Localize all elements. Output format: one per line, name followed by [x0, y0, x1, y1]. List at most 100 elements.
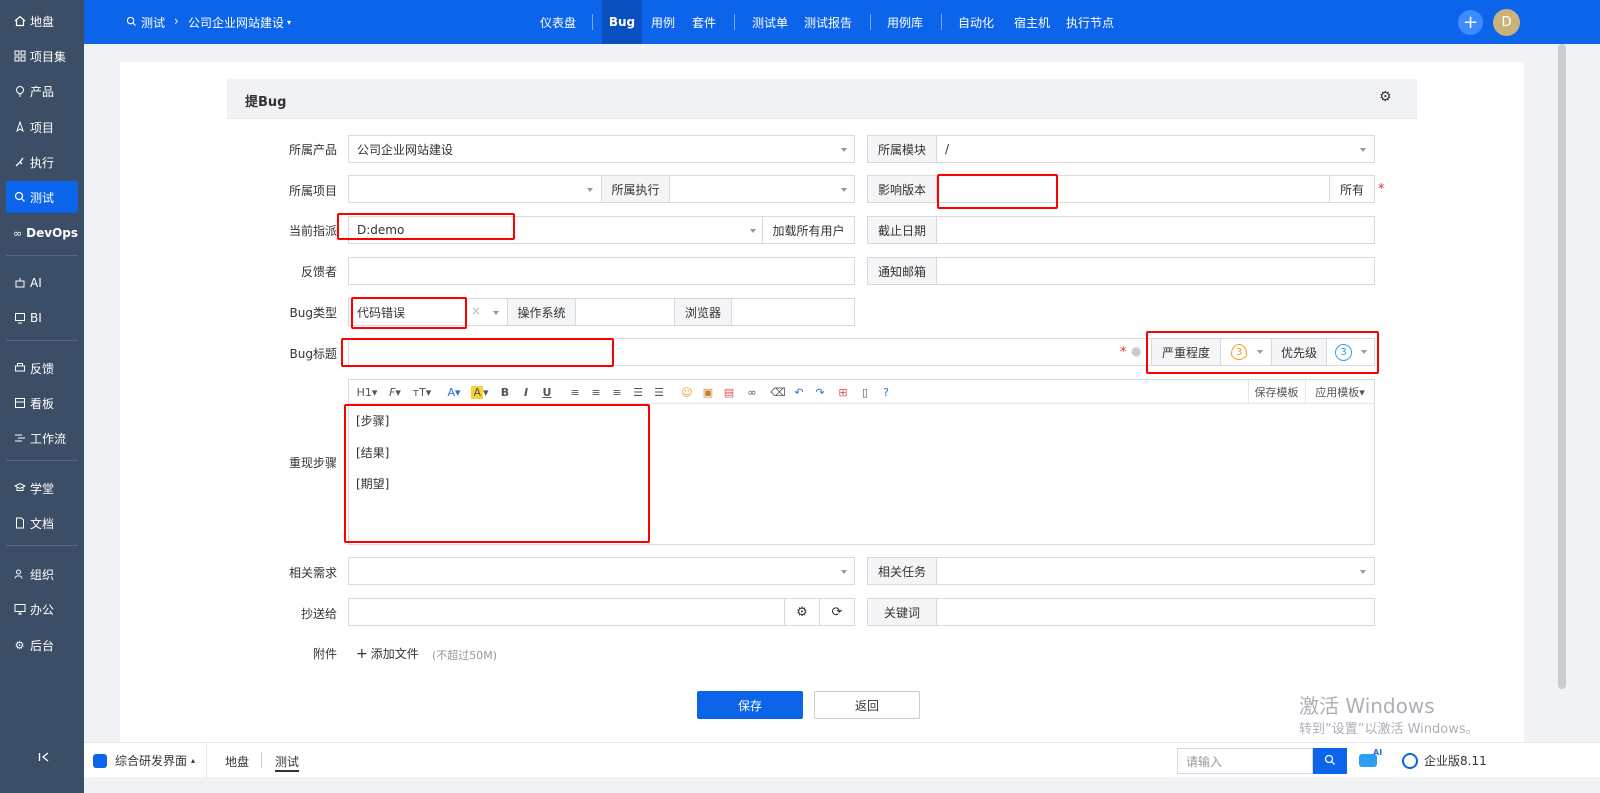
sidebar-item-workflow[interactable]: 工作流	[6, 422, 78, 454]
nav-exec-node[interactable]: 执行节点	[1060, 0, 1120, 44]
nav-suite[interactable]: 套件	[686, 0, 722, 44]
bold-button[interactable]: B	[498, 384, 512, 400]
task-select[interactable]	[936, 557, 1375, 585]
save-button[interactable]: 保存	[697, 691, 803, 719]
undo-icon[interactable]: ↶	[792, 384, 806, 400]
font-family-button[interactable]: F ▾	[386, 384, 404, 400]
feedback-input[interactable]	[348, 257, 855, 285]
mail-input[interactable]	[936, 257, 1375, 285]
sidebar-item-devops[interactable]: ∞ DevOps	[6, 217, 78, 249]
unordered-list-icon[interactable]: ☰	[652, 384, 666, 400]
assign-select[interactable]: D:demo	[348, 216, 763, 244]
italic-button[interactable]: I	[519, 384, 533, 400]
avatar[interactable]: D	[1493, 9, 1520, 36]
sidebar-item-programs[interactable]: 项目集	[6, 40, 78, 72]
sidebar-item-feedback[interactable]: 反馈	[6, 352, 78, 384]
help-icon[interactable]: ?	[879, 384, 893, 400]
nav-testtask[interactable]: 测试单	[746, 0, 794, 44]
nav-caselib[interactable]: 用例库	[881, 0, 929, 44]
font-color-button[interactable]: A ▾	[445, 384, 463, 400]
load-all-users-button[interactable]: 加载所有用户	[762, 216, 855, 244]
redo-icon[interactable]: ↷	[813, 384, 827, 400]
type-select[interactable]: 代码错误	[348, 298, 508, 326]
bottom-crumb-home[interactable]: 地盘	[225, 753, 249, 770]
os-select[interactable]	[575, 298, 675, 326]
steps-content[interactable]: [步骤] [结果] [期望]	[356, 412, 389, 492]
link-icon[interactable]: ∞	[743, 384, 761, 400]
collapse-sidebar-button[interactable]	[30, 741, 60, 773]
sidebar-item-ai[interactable]: AI	[6, 267, 78, 299]
align-right-icon[interactable]: ≡	[610, 384, 624, 400]
back-button[interactable]: 返回	[814, 691, 920, 719]
bottom-search-button[interactable]	[1313, 748, 1347, 774]
edition-label: 企业版8.11	[1424, 754, 1487, 768]
product-switcher[interactable]: 公司企业网站建设 ▾	[188, 14, 291, 31]
app-switcher[interactable]: 综合研发界面 ▴	[93, 752, 195, 769]
build-select[interactable]	[936, 175, 1330, 203]
story-select[interactable]	[348, 557, 855, 585]
nav-automation[interactable]: 自动化	[952, 0, 1000, 44]
save-template-button[interactable]: 保存模板	[1248, 380, 1304, 404]
nav-dashboard[interactable]: 仪表盘	[534, 0, 582, 44]
sidebar-item-bi[interactable]: BI	[6, 302, 78, 334]
eraser-icon[interactable]: ⌫	[770, 384, 786, 400]
module-select[interactable]: /	[936, 135, 1375, 163]
edition-info[interactable]: 企业版8.11	[1402, 752, 1487, 769]
settings-gear-icon[interactable]: ⚙	[1379, 89, 1392, 105]
align-left-icon[interactable]: ≡	[568, 384, 582, 400]
bottom-crumb-test[interactable]: 测试	[275, 753, 300, 772]
product-select[interactable]: 公司企业网站建设	[348, 135, 855, 163]
sidebar-item-project[interactable]: 项目	[6, 111, 78, 143]
sidebar-item-product[interactable]: 产品	[6, 75, 78, 107]
sidebar-item-test[interactable]: 测试	[6, 181, 78, 213]
ordered-list-icon[interactable]: ☰	[631, 384, 645, 400]
add-file-button[interactable]: + 添加文件	[356, 645, 419, 662]
execution-select[interactable]	[669, 175, 855, 203]
sidebar-item-home[interactable]: 地盘	[6, 5, 78, 37]
sidebar-item-label: BI	[30, 311, 42, 325]
project-select[interactable]	[348, 175, 602, 203]
sidebar-item-org[interactable]: 组织	[6, 558, 78, 590]
severity-select[interactable]: 3	[1220, 338, 1272, 366]
table-icon[interactable]: ▤	[722, 384, 736, 400]
mail-label: 通知邮箱	[877, 264, 926, 279]
sidebar-item-execution[interactable]: 执行	[6, 146, 78, 178]
page-break-icon[interactable]: ⊞	[835, 384, 851, 400]
deadline-input[interactable]	[936, 216, 1375, 244]
palette-icon[interactable]: ●	[1131, 344, 1141, 358]
breadcrumb-module[interactable]: 测试	[126, 14, 165, 31]
keywords-input[interactable]	[936, 598, 1375, 626]
sidebar-item-admin[interactable]: ⚙ 后台	[6, 629, 78, 661]
emoji-icon[interactable]: ☺	[680, 384, 694, 400]
priority-select[interactable]: 3	[1326, 338, 1375, 366]
cc-settings-button[interactable]: ⚙	[784, 598, 820, 626]
bottom-search-input[interactable]: 请输入	[1177, 748, 1313, 774]
browser-select[interactable]	[731, 298, 855, 326]
clear-icon[interactable]: ×	[471, 304, 481, 318]
sidebar-item-doc[interactable]: 文档	[6, 507, 78, 539]
cc-select[interactable]	[348, 598, 785, 626]
sidebar-item-label: 组织	[30, 567, 55, 582]
cc-refresh-button[interactable]: ⟳	[819, 598, 855, 626]
apply-template-button[interactable]: 应用模板 ▾	[1305, 380, 1374, 404]
font-size-button[interactable]: тT ▾	[412, 384, 432, 400]
nav-testreport[interactable]: 测试报告	[798, 0, 858, 44]
sidebar-item-office[interactable]: 办公	[6, 593, 78, 625]
font-color-label: A	[447, 385, 455, 399]
template-icon[interactable]: ▯	[858, 384, 872, 400]
underline-button[interactable]: U	[540, 384, 554, 400]
nav-testcase[interactable]: 用例	[645, 0, 681, 44]
image-icon[interactable]: ▣	[701, 384, 715, 400]
ai-chat-button[interactable]: AI	[1359, 748, 1383, 770]
bug-title-input[interactable]	[348, 338, 1152, 366]
global-create-button[interactable]: +	[1458, 10, 1483, 35]
heading-button[interactable]: H1 ▾	[356, 384, 378, 400]
sidebar-item-school[interactable]: 学堂	[6, 472, 78, 504]
page-scrollbar[interactable]	[1558, 44, 1566, 689]
align-center-icon[interactable]: ≡	[589, 384, 603, 400]
sidebar-item-kanban[interactable]: 看板	[6, 387, 78, 419]
nav-host[interactable]: 宿主机	[1008, 0, 1056, 44]
highlight-button[interactable]: A ▾	[470, 384, 490, 400]
build-all-button[interactable]: 所有	[1329, 175, 1375, 203]
nav-bug[interactable]: Bug	[602, 0, 642, 44]
